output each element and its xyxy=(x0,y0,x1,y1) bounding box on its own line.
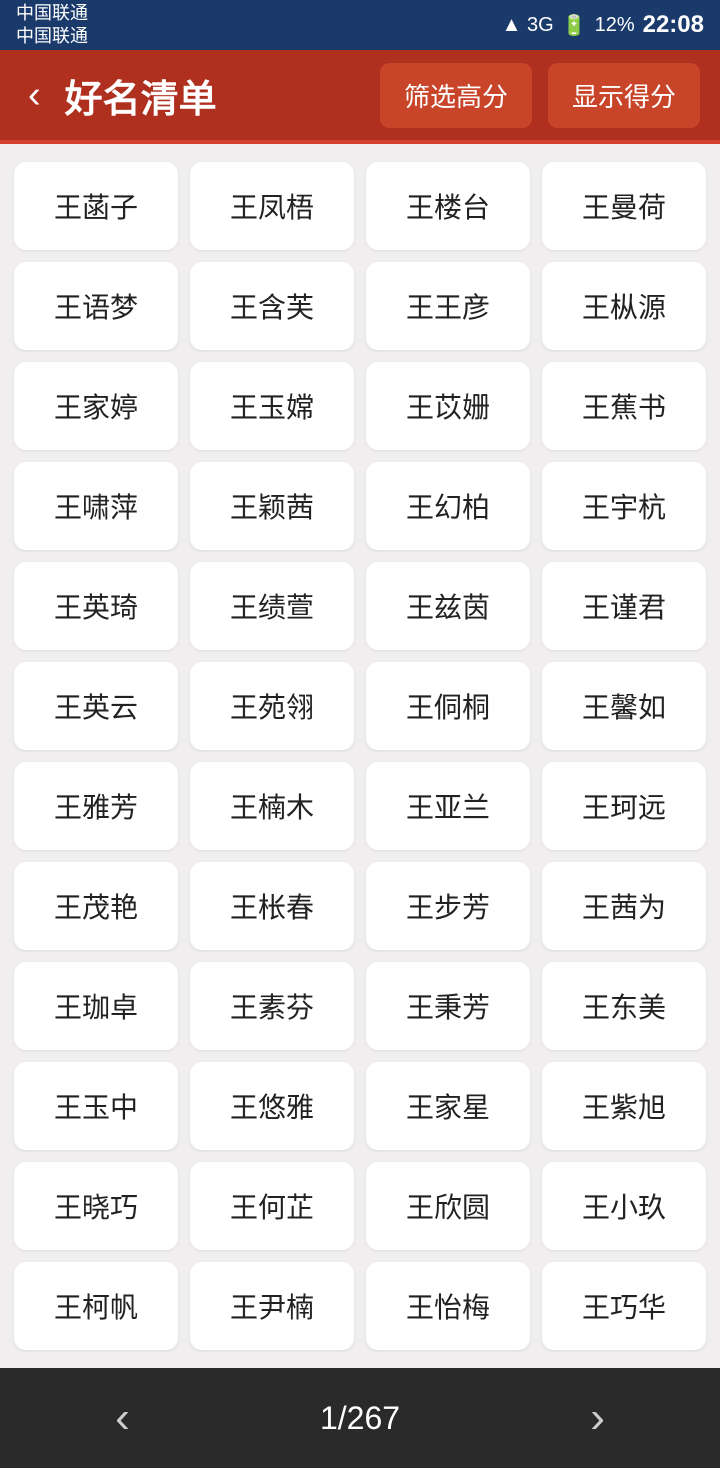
time-display: 22:08 xyxy=(643,11,704,39)
name-card[interactable]: 王怡梅 xyxy=(366,1262,530,1350)
name-card[interactable]: 王啸萍 xyxy=(14,462,178,550)
pagination-label: 1/267 xyxy=(320,1400,400,1437)
battery-level: 12% xyxy=(595,14,635,37)
name-card[interactable]: 王珈卓 xyxy=(14,962,178,1050)
name-card[interactable]: 王绩萱 xyxy=(190,562,354,650)
name-card[interactable]: 王欣圆 xyxy=(366,1162,530,1250)
name-card[interactable]: 王家婷 xyxy=(14,362,178,450)
name-card[interactable]: 王玉嫦 xyxy=(190,362,354,450)
carrier1: 中国联通 xyxy=(16,2,88,25)
name-card[interactable]: 王亚兰 xyxy=(366,762,530,850)
name-card[interactable]: 王苑翎 xyxy=(190,662,354,750)
name-card[interactable]: 王英云 xyxy=(14,662,178,750)
name-card[interactable]: 王蕉书 xyxy=(542,362,706,450)
name-card[interactable]: 王茂艳 xyxy=(14,862,178,950)
prev-page-button[interactable]: ‹ xyxy=(75,1383,170,1453)
name-card[interactable]: 王枨春 xyxy=(190,862,354,950)
battery-icon: 🔋 xyxy=(562,13,587,38)
name-card[interactable]: 王楠木 xyxy=(190,762,354,850)
name-card[interactable]: 王颖茜 xyxy=(190,462,354,550)
name-card[interactable]: 王茜为 xyxy=(542,862,706,950)
name-card[interactable]: 王珂远 xyxy=(542,762,706,850)
name-card[interactable]: 王幻柏 xyxy=(366,462,530,550)
name-card[interactable]: 王小玖 xyxy=(542,1162,706,1250)
name-card[interactable]: 王秉芳 xyxy=(366,962,530,1050)
name-card[interactable]: 王玉中 xyxy=(14,1062,178,1150)
status-right: ▲ 3G 🔋 12% 22:08 xyxy=(502,11,704,39)
name-card[interactable]: 王语梦 xyxy=(14,262,178,350)
names-grid: 王菡子王凤梧王楼台王曼荷王语梦王含芙王王彦王枞源王家婷王玉嫦王苡姗王蕉书王啸萍王… xyxy=(0,144,720,1368)
name-card[interactable]: 王步芳 xyxy=(366,862,530,950)
back-button[interactable]: ‹ xyxy=(20,66,49,125)
name-card[interactable]: 王紫旭 xyxy=(542,1062,706,1150)
name-card[interactable]: 王素芬 xyxy=(190,962,354,1050)
name-card[interactable]: 王凤梧 xyxy=(190,162,354,250)
filter-high-score-button[interactable]: 筛选高分 xyxy=(380,63,532,128)
name-card[interactable]: 王苡姗 xyxy=(366,362,530,450)
bottom-navigation: ‹ 1/267 › xyxy=(0,1368,720,1468)
name-card[interactable]: 王巧华 xyxy=(542,1262,706,1350)
toolbar: ‹ 好名清单 筛选高分 显示得分 xyxy=(0,50,720,140)
name-card[interactable]: 王尹楠 xyxy=(190,1262,354,1350)
name-card[interactable]: 王雅芳 xyxy=(14,762,178,850)
carrier2: 中国联通 xyxy=(16,25,88,48)
show-score-button[interactable]: 显示得分 xyxy=(548,63,700,128)
name-card[interactable]: 王家星 xyxy=(366,1062,530,1150)
name-card[interactable]: 王含芙 xyxy=(190,262,354,350)
name-card[interactable]: 王何芷 xyxy=(190,1162,354,1250)
name-card[interactable]: 王馨如 xyxy=(542,662,706,750)
status-bar: 中国联通 中国联通 ▲ 3G 🔋 12% 22:08 xyxy=(0,0,720,50)
name-card[interactable]: 王宇杭 xyxy=(542,462,706,550)
name-card[interactable]: 王王彦 xyxy=(366,262,530,350)
page-title: 好名清单 xyxy=(65,68,364,123)
name-card[interactable]: 王谨君 xyxy=(542,562,706,650)
name-card[interactable]: 王东美 xyxy=(542,962,706,1050)
name-card[interactable]: 王兹茵 xyxy=(366,562,530,650)
carrier-info: 中国联通 中国联通 xyxy=(16,2,88,49)
name-card[interactable]: 王英琦 xyxy=(14,562,178,650)
name-card[interactable]: 王悠雅 xyxy=(190,1062,354,1150)
next-page-button[interactable]: › xyxy=(550,1383,645,1453)
name-card[interactable]: 王曼荷 xyxy=(542,162,706,250)
name-card[interactable]: 王柯帆 xyxy=(14,1262,178,1350)
signal-icon: ▲ 3G xyxy=(502,14,554,37)
name-card[interactable]: 王晓巧 xyxy=(14,1162,178,1250)
name-card[interactable]: 王侗桐 xyxy=(366,662,530,750)
name-card[interactable]: 王楼台 xyxy=(366,162,530,250)
name-card[interactable]: 王菡子 xyxy=(14,162,178,250)
name-card[interactable]: 王枞源 xyxy=(542,262,706,350)
